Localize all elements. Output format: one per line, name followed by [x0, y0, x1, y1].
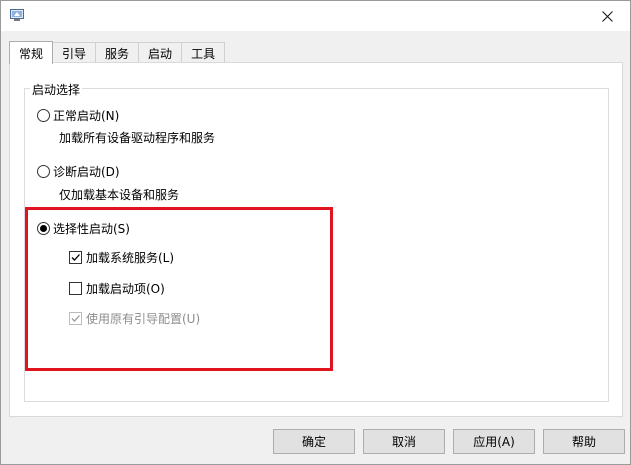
normal-startup-radio[interactable] [37, 109, 50, 122]
diagnostic-startup-label: 诊断启动(D) [53, 165, 120, 179]
normal-startup-option[interactable]: 正常启动(N) [37, 107, 119, 124]
apply-button[interactable]: 应用(A) [453, 429, 535, 454]
load-system-services-label: 加载系统服务(L) [86, 251, 175, 265]
close-button[interactable] [584, 1, 630, 31]
tab-startup[interactable]: 启动 [138, 42, 183, 63]
tab-strip: 常规 引导 服务 启动 工具 [9, 41, 226, 64]
use-original-boot-config-label: 使用原有引导配置(U) [86, 312, 201, 326]
selective-startup-label: 选择性启动(S) [53, 222, 130, 236]
load-startup-items-label: 加载启动项(O) [86, 282, 165, 296]
help-button[interactable]: 帮助 [543, 429, 625, 454]
tab-services[interactable]: 服务 [95, 42, 140, 63]
diagnostic-startup-radio[interactable] [37, 165, 50, 178]
title-bar[interactable] [1, 1, 630, 31]
cancel-button[interactable]: 取消 [363, 429, 445, 454]
use-original-boot-config-option: 使用原有引导配置(U) [69, 310, 200, 327]
load-startup-items-option[interactable]: 加载启动项(O) [69, 280, 165, 297]
load-startup-items-checkbox[interactable] [69, 282, 82, 295]
tab-boot[interactable]: 引导 [52, 42, 97, 63]
diagnostic-startup-description: 仅加载基本设备和服务 [59, 188, 180, 202]
startup-selection-legend: 启动选择 [30, 81, 83, 98]
close-icon [601, 10, 613, 22]
load-system-services-option[interactable]: 加载系统服务(L) [69, 249, 174, 266]
system-config-window: 常规 引导 服务 启动 工具 启动选择 正常启动(N) 加载所有设备驱动程序和服… [0, 0, 631, 465]
use-original-boot-config-checkbox [69, 312, 82, 325]
tab-general[interactable]: 常规 [9, 41, 54, 64]
selective-startup-option[interactable]: 选择性启动(S) [37, 220, 130, 237]
checkmark-icon [71, 315, 80, 322]
ok-button[interactable]: 确定 [273, 429, 355, 454]
normal-startup-label: 正常启动(N) [53, 109, 120, 123]
tab-tools[interactable]: 工具 [181, 42, 226, 63]
diagnostic-startup-option[interactable]: 诊断启动(D) [37, 163, 120, 180]
selective-startup-radio[interactable] [37, 222, 50, 235]
msconfig-icon [10, 9, 24, 21]
load-system-services-checkbox[interactable] [69, 251, 82, 264]
normal-startup-description: 加载所有设备驱动程序和服务 [59, 131, 216, 145]
checkmark-icon [71, 254, 80, 261]
